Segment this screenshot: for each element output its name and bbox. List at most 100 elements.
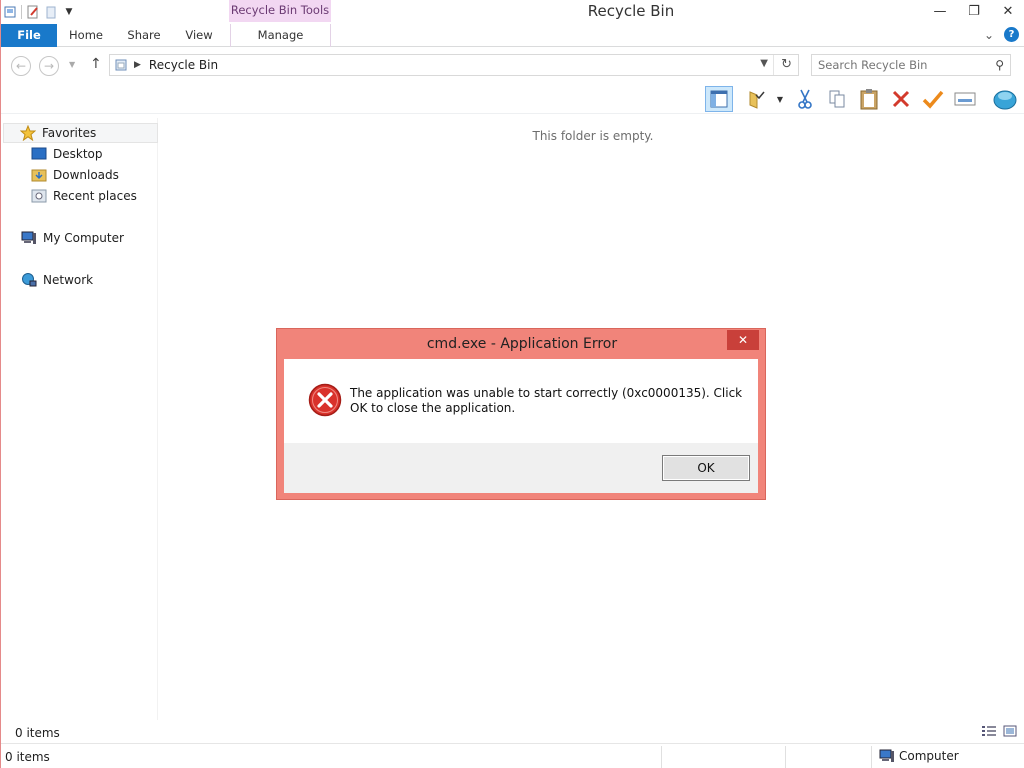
- restore-button[interactable]: ❐: [957, 0, 991, 22]
- quick-access-toolbar: ▼: [3, 3, 76, 21]
- nav-favorites[interactable]: Favorites: [3, 123, 158, 143]
- item-count: 0 items: [15, 726, 60, 740]
- properties-card-icon: [954, 92, 976, 106]
- delete-button[interactable]: [887, 86, 915, 112]
- favorites-label: Favorites: [42, 126, 97, 140]
- copy-button[interactable]: [823, 86, 851, 112]
- dialog-footer: OK: [284, 443, 758, 493]
- ok-button[interactable]: OK: [662, 455, 750, 481]
- address-dropdown-icon[interactable]: ▼: [760, 58, 768, 69]
- nav-downloads[interactable]: Downloads: [31, 165, 119, 185]
- help-icon[interactable]: ?: [1004, 27, 1019, 42]
- details-bar: 0 items: [1, 722, 1024, 744]
- recent-locations-icon[interactable]: ▼: [69, 60, 75, 69]
- breadcrumb-chevron-icon[interactable]: ▶: [134, 60, 141, 70]
- address-row: ← → ▼ ↑ ▶ Recycle Bin ▼ ↻ ⚲: [1, 52, 1024, 80]
- delete-x-icon: [892, 90, 910, 108]
- star-icon: [20, 125, 36, 141]
- search-input[interactable]: [818, 58, 978, 72]
- status-divider: [785, 746, 786, 768]
- close-button[interactable]: ✕: [991, 0, 1024, 22]
- qat-separator: [21, 5, 22, 19]
- paste-button[interactable]: [855, 86, 883, 112]
- clipboard-icon: [860, 89, 878, 110]
- network-icon: [21, 272, 37, 288]
- status-item-count: 0 items: [5, 750, 50, 764]
- tab-manage[interactable]: Manage: [230, 24, 331, 47]
- cut-button[interactable]: [791, 86, 819, 112]
- details-view-icon[interactable]: [981, 725, 997, 740]
- location-label: Computer: [899, 749, 959, 763]
- nav-network[interactable]: Network: [21, 270, 93, 290]
- properties-icon[interactable]: [26, 5, 40, 19]
- tab-home[interactable]: Home: [61, 24, 111, 47]
- folder-check-icon: [749, 91, 765, 109]
- nav-my-computer[interactable]: My Computer: [21, 228, 124, 248]
- customize-qat-icon[interactable]: ▼: [62, 5, 76, 19]
- dropdown-arrow-icon: ▼: [776, 94, 784, 104]
- breadcrumb[interactable]: Recycle Bin: [149, 58, 218, 72]
- downloads-folder-icon: [31, 167, 47, 183]
- nav-recent-places[interactable]: Recent places: [31, 186, 137, 206]
- explorer-window: ▼ Recycle Bin Tools Recycle Bin — ❐ ✕ Fi…: [0, 0, 1024, 768]
- ribbon-help-area: ⌄ ?: [984, 27, 1019, 42]
- new-folder-icon[interactable]: [44, 5, 58, 19]
- open-folder-button[interactable]: [743, 86, 771, 112]
- expand-ribbon-icon[interactable]: ⌄: [984, 28, 994, 42]
- recycle-bin-small-icon: [114, 58, 128, 72]
- view-switcher: [981, 725, 1017, 740]
- nav-desktop[interactable]: Desktop: [31, 144, 103, 164]
- status-bar: 0 items Computer: [1, 746, 1024, 768]
- computer-icon: [21, 230, 37, 246]
- preview-pane-button[interactable]: [705, 86, 733, 112]
- globe-icon: [993, 90, 1017, 110]
- folder-options-dropdown[interactable]: ▼: [771, 86, 789, 112]
- address-bar[interactable]: ▶ Recycle Bin ▼ ↻: [109, 54, 799, 76]
- recycle-bin-tools-context-tab: Recycle Bin Tools: [229, 0, 331, 22]
- title-bar: ▼ Recycle Bin Tools Recycle Bin — ❐ ✕: [1, 0, 1024, 24]
- preview-pane-icon: [710, 90, 728, 108]
- command-toolbar: ▼: [1, 84, 1024, 114]
- rename-button[interactable]: [919, 86, 947, 112]
- dialog-title: cmd.exe - Application Error: [426, 336, 618, 352]
- minimize-button[interactable]: —: [923, 0, 957, 22]
- dialog-close-button[interactable]: ✕: [727, 330, 759, 350]
- error-icon: [308, 383, 342, 417]
- tab-file[interactable]: File: [1, 24, 57, 47]
- help-glyph: ?: [1008, 29, 1015, 40]
- recent-places-icon: [31, 188, 47, 204]
- globe-button[interactable]: [991, 86, 1019, 112]
- large-icons-view-icon[interactable]: [1003, 725, 1017, 740]
- address-divider: [773, 55, 774, 75]
- scissors-icon: [798, 89, 812, 109]
- navigation-pane: Favorites Desktop Downloads Recent place…: [1, 118, 158, 720]
- search-box[interactable]: ⚲: [811, 54, 1011, 76]
- sidebar-item-label: Desktop: [53, 147, 103, 161]
- tab-view[interactable]: View: [175, 24, 223, 47]
- back-button[interactable]: ←: [11, 56, 31, 76]
- search-icon[interactable]: ⚲: [995, 58, 1004, 72]
- application-error-dialog: cmd.exe - Application Error ✕ The applic…: [276, 328, 766, 500]
- back-arrow-icon: ←: [15, 59, 27, 73]
- tab-share[interactable]: Share: [119, 24, 169, 47]
- refresh-icon[interactable]: ↻: [781, 57, 792, 72]
- properties-button[interactable]: [951, 86, 979, 112]
- copy-icon: [829, 90, 845, 108]
- status-divider: [871, 746, 872, 768]
- dialog-message: The application was unable to start corr…: [350, 386, 743, 415]
- sidebar-item-label: Recent places: [53, 189, 137, 203]
- dialog-body: The application was unable to start corr…: [284, 359, 758, 493]
- folder-properties-icon[interactable]: [3, 5, 17, 19]
- window-title: Recycle Bin: [587, 2, 675, 20]
- status-divider: [661, 746, 662, 768]
- sidebar-item-label: Downloads: [53, 168, 119, 182]
- close-icon: ✕: [737, 333, 749, 347]
- network-label: Network: [43, 273, 94, 287]
- forward-arrow-icon: →: [43, 59, 55, 73]
- ribbon-tabs: File Home Share View Manage ⌄ ?: [1, 24, 1024, 47]
- empty-folder-message: This folder is empty.: [532, 129, 654, 143]
- window-controls: — ❐ ✕: [923, 0, 1024, 22]
- forward-button[interactable]: →: [39, 56, 59, 76]
- checkmark-icon: [922, 90, 944, 109]
- up-arrow-icon[interactable]: ↑: [90, 56, 102, 72]
